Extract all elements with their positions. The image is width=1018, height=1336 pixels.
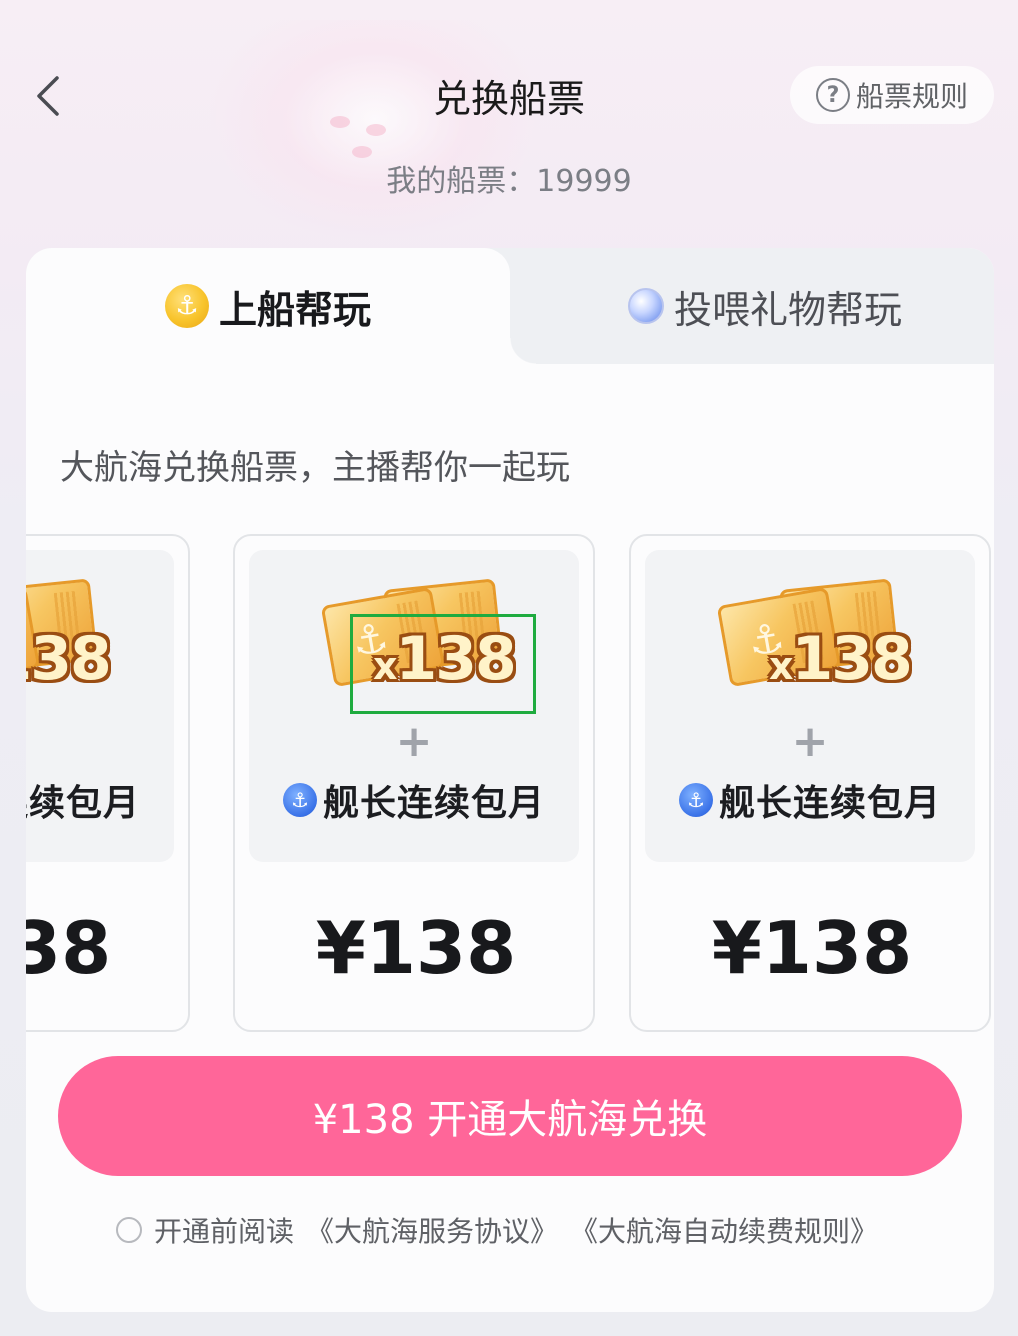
plus-sign: + [26,716,174,767]
header: 兑换船票 ? 船票规则 我的船票：19999 [0,0,1018,200]
plus-sign: + [395,716,433,767]
ticket-rules-button[interactable]: ? 船票规则 [790,66,994,124]
anchor-coin-icon: ⚓ [164,284,209,328]
ticket-quantity: x138 [769,624,913,694]
captain-anchor-icon: ⚓ [282,783,317,817]
exchange-card: ⚓ 上船帮玩 投喂礼物帮玩 大航海兑换船票，主播帮你一起玩 ⚓ x138 + ⚓… [26,248,994,1312]
auto-renew-rules-link[interactable]: 《大航海自动续费规则》 [570,1210,878,1250]
benefit-label: 舰长连续包月 [718,783,941,824]
package-content: ⚓ x138 + ⚓ 舰长连续包月 [249,550,579,862]
subtitle: 大航海兑换船票，主播帮你一起玩 [60,448,570,488]
service-agreement-link[interactable]: 《大航海服务协议》 [306,1210,558,1250]
benefit-row: ⚓ 舰长连续包月 [26,774,174,826]
my-tickets-label: 我的船票： [386,164,537,199]
ticket-quantity: x138 [26,624,112,694]
package-content: ⚓ x138 + ⚓ 舰长连续包月 [26,550,174,862]
benefit-label: 舰长连续包月 [322,783,545,824]
ticket-icon: ⚓ x138 [26,576,112,694]
agree-radio[interactable] [116,1217,142,1243]
my-tickets: 我的船票：19999 [0,156,1018,200]
package-card[interactable]: ⚓ x138 + ⚓ 舰长连续包月 ¥138 [629,534,991,1032]
agreement-prefix: 开通前阅读 [154,1215,295,1248]
benefit-label: 舰长连续包月 [26,783,140,824]
question-icon: ? [815,78,850,112]
benefit-row: ⚓ 舰长连续包月 [249,774,579,826]
tab-label: 上船帮玩 [218,287,371,332]
package-carousel[interactable]: ⚓ x138 + ⚓ 舰长连续包月 ¥138 ⚓ x138 + [26,532,994,1036]
package-card[interactable]: ⚓ x138 + ⚓ 舰长连续包月 ¥138 [26,534,190,1032]
my-tickets-count: 19999 [536,164,632,199]
tab-board-ship[interactable]: ⚓ 上船帮玩 [26,248,536,364]
gift-orb-icon [627,288,664,324]
package-price: ¥138 [26,906,112,990]
plus-sign: + [791,716,829,767]
benefit-row: ⚓ 舰长连续包月 [645,774,975,826]
tab-gift-feed[interactable]: 投喂礼物帮玩 [536,248,994,364]
package-content: ⚓ x138 + ⚓ 舰长连续包月 [645,550,975,862]
package-card[interactable]: ⚓ x138 + ⚓ 舰长连续包月 ¥138 [233,534,595,1032]
open-exchange-button[interactable]: ¥138 开通大航海兑换 [58,1056,962,1176]
package-price: ¥138 [711,906,913,990]
tab-label: 投喂礼物帮玩 [673,287,902,332]
tab-bar: ⚓ 上船帮玩 投喂礼物帮玩 [26,248,994,364]
agreement-row: 开通前阅读 《大航海服务协议》 《大航海自动续费规则》 [116,1210,878,1250]
ticket-icon: ⚓ x138 [716,576,913,694]
captain-anchor-icon: ⚓ [678,783,713,817]
ticket-rules-label: 船票规则 [855,80,968,113]
ticket-quantity: x138 [373,624,517,694]
ticket-icon: ⚓ x138 [320,576,517,694]
package-price: ¥138 [315,906,517,990]
